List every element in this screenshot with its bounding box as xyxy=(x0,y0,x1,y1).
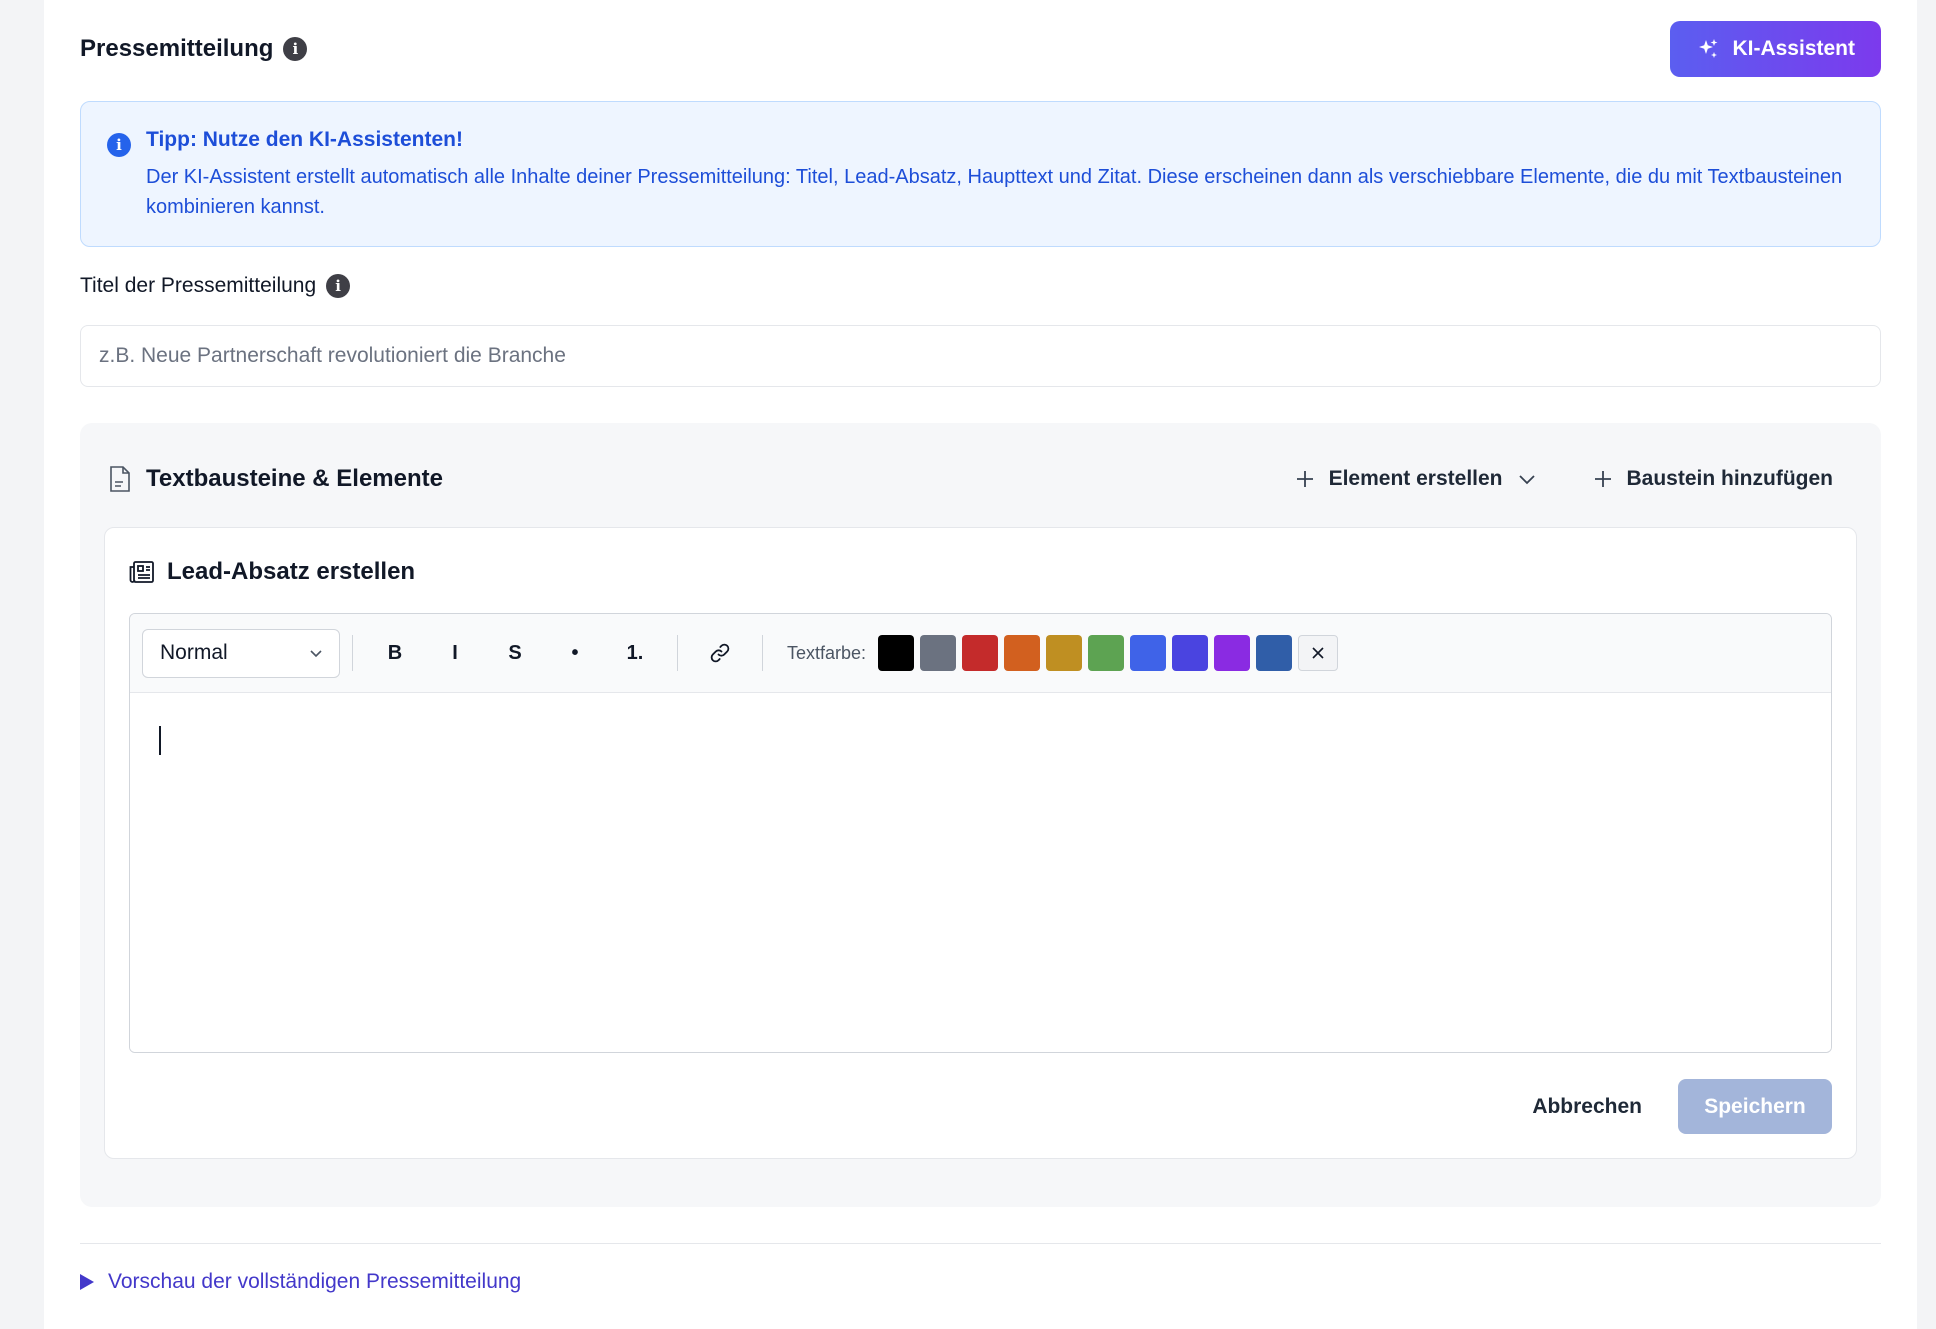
info-icon[interactable]: i xyxy=(283,37,308,61)
text-color-label: Textfarbe: xyxy=(787,642,867,663)
lead-editor-card: Lead-Absatz erstellen Normal B I S • 1. xyxy=(104,527,1857,1159)
section-divider xyxy=(80,1243,1881,1244)
text-caret xyxy=(159,726,161,755)
title-input[interactable] xyxy=(80,325,1881,387)
clear-color-button[interactable] xyxy=(1298,635,1339,671)
close-icon xyxy=(1312,647,1324,659)
card-actions: Abbrechen Speichern xyxy=(1532,1079,1832,1134)
tip-title: Tipp: Nutze den KI-Assistenten! xyxy=(146,128,463,151)
card-title: Lead-Absatz erstellen xyxy=(129,558,415,586)
strikethrough-button[interactable]: S xyxy=(491,631,539,675)
blocks-title-text: Textbausteine & Elemente xyxy=(146,465,443,492)
info-icon[interactable]: i xyxy=(326,274,351,298)
blocks-panel: Textbausteine & Elemente Element erstell… xyxy=(80,423,1881,1207)
card-title-text: Lead-Absatz erstellen xyxy=(167,558,416,585)
save-button[interactable]: Speichern xyxy=(1678,1079,1832,1134)
bold-button[interactable]: B xyxy=(371,631,419,675)
title-field-label-text: Titel der Pressemitteilung xyxy=(80,274,317,297)
link-button[interactable] xyxy=(696,631,744,675)
color-swatch-2[interactable] xyxy=(920,635,957,671)
chevron-down-icon xyxy=(310,650,322,658)
cancel-button[interactable]: Abbrechen xyxy=(1532,1095,1642,1119)
add-block-label: Baustein hinzufügen xyxy=(1626,467,1834,490)
create-element-button[interactable]: Element erstellen xyxy=(1295,467,1537,491)
blocks-header: Textbausteine & Elemente Element erstell… xyxy=(108,459,1833,499)
color-swatch-1[interactable] xyxy=(878,635,915,671)
color-swatch-4[interactable] xyxy=(1004,635,1041,671)
color-swatch-5[interactable] xyxy=(1046,635,1083,671)
format-select[interactable]: Normal xyxy=(142,628,340,678)
color-swatch-6[interactable] xyxy=(1088,635,1125,671)
toolbar-divider xyxy=(762,635,763,671)
header: Pressemitteilung i KI-Assistent xyxy=(80,21,1881,77)
format-select-value: Normal xyxy=(160,641,228,664)
ordered-list-button[interactable]: 1. xyxy=(611,631,659,675)
toolbar-divider xyxy=(352,635,353,671)
italic-button[interactable]: I xyxy=(431,631,479,675)
page-title-text: Pressemitteilung xyxy=(80,35,274,62)
triangle-right-icon xyxy=(80,1274,94,1290)
color-swatch-7[interactable] xyxy=(1130,635,1167,671)
add-block-button[interactable]: Baustein hinzufügen xyxy=(1593,467,1834,491)
preview-label: Vorschau der vollständigen Pressemitteil… xyxy=(108,1270,522,1293)
sparkles-icon xyxy=(1699,39,1718,58)
preview-toggle[interactable]: Vorschau der vollständigen Pressemitteil… xyxy=(80,1270,521,1294)
toolbar-divider xyxy=(677,635,678,671)
tip-text: Der KI-Assistent erstellt automatisch al… xyxy=(146,166,1843,218)
page: Pressemitteilung i KI-Assistent i Tipp: … xyxy=(44,0,1917,1329)
editor-toolbar: Normal B I S • 1. Textfarbe: xyxy=(130,614,1831,693)
plus-icon xyxy=(1594,471,1611,487)
rich-text-editor: Normal B I S • 1. Textfarbe: xyxy=(129,613,1832,1053)
info-icon: i xyxy=(107,133,131,157)
bullet-list-button[interactable]: • xyxy=(551,631,599,675)
blocks-title: Textbausteine & Elemente xyxy=(108,465,1239,493)
color-swatch-10[interactable] xyxy=(1256,635,1293,671)
color-swatch-8[interactable] xyxy=(1172,635,1209,671)
ai-assistant-button[interactable]: KI-Assistent xyxy=(1670,21,1881,77)
title-field-label: Titel der Pressemitteilung i xyxy=(80,274,351,298)
chevron-down-icon xyxy=(1518,475,1535,485)
editor-content-area[interactable] xyxy=(130,693,1831,1052)
color-swatches xyxy=(872,635,1293,671)
plus-icon xyxy=(1296,471,1313,487)
newspaper-icon xyxy=(129,561,154,583)
create-element-label: Element erstellen xyxy=(1328,467,1503,490)
document-icon xyxy=(110,466,130,492)
color-swatch-3[interactable] xyxy=(962,635,999,671)
link-icon xyxy=(710,643,730,663)
page-title: Pressemitteilung i xyxy=(80,35,308,63)
tip-box: i Tipp: Nutze den KI-Assistenten! Der KI… xyxy=(80,101,1881,247)
color-swatch-9[interactable] xyxy=(1214,635,1251,671)
ai-assistant-label: KI-Assistent xyxy=(1732,37,1855,60)
